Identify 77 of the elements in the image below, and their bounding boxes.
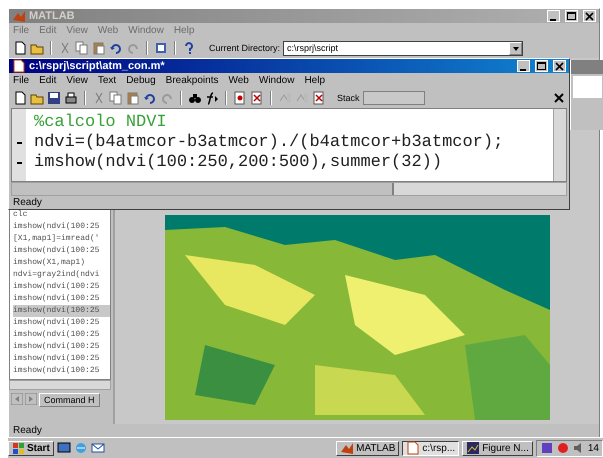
history-item[interactable]: imshow(X1,map1) xyxy=(13,257,110,269)
paste-icon[interactable] xyxy=(92,41,106,55)
status-text: Ready xyxy=(12,424,43,437)
taskbar-button[interactable]: Figure N... xyxy=(462,440,533,456)
close-button[interactable] xyxy=(553,60,566,72)
taskbar-button[interactable]: c:\rsp... xyxy=(402,440,460,456)
paste-icon[interactable] xyxy=(126,91,140,105)
minimize-button[interactable] xyxy=(547,10,560,22)
history-item[interactable]: ndvi=gray2ind(ndvi xyxy=(13,269,110,281)
menu-item[interactable]: File xyxy=(13,75,30,86)
history-item[interactable]: imshow(ndvi(100:25 xyxy=(13,329,110,341)
history-item[interactable]: imshow(ndvi(100:25 xyxy=(13,341,110,353)
menu-item[interactable]: Breakpoints xyxy=(166,75,218,86)
tray-icon[interactable] xyxy=(556,441,570,455)
menu-item[interactable]: Text xyxy=(98,75,116,86)
copy-icon[interactable] xyxy=(75,41,89,55)
taskbar-button[interactable]: MATLAB xyxy=(336,440,400,456)
menu-item[interactable]: Help xyxy=(304,75,326,86)
windows-logo-icon[interactable] xyxy=(12,442,25,454)
dropdown-arrow-icon[interactable] xyxy=(512,44,520,52)
panel-tab[interactable]: Command H xyxy=(39,393,100,407)
copy-icon[interactable] xyxy=(109,91,123,105)
code-line: %calcolo NDVI xyxy=(34,113,168,133)
clear-breakpoint-icon[interactable] xyxy=(250,91,264,105)
breakpoint-icon[interactable] xyxy=(233,91,247,105)
history-item[interactable]: clc xyxy=(13,209,110,221)
clear-breakpoint-icon[interactable] xyxy=(312,91,326,105)
current-directory-label: Current Directory: xyxy=(209,43,280,53)
new-file-icon[interactable] xyxy=(13,91,27,105)
history-item[interactable]: imshow(ndvi(100:25 xyxy=(13,305,110,317)
new-file-icon[interactable] xyxy=(13,41,27,55)
current-directory-field[interactable]: c:\rsprj\script xyxy=(283,40,524,56)
history-item[interactable]: imshow(ndvi(100:25 xyxy=(13,281,110,293)
code-line: imshow(ndvi(100:250,200:500),summer(32)) xyxy=(34,153,444,173)
menu-item[interactable]: Edit xyxy=(39,75,56,86)
breakpoint-dash-icon[interactable] xyxy=(16,142,22,144)
maximize-button[interactable] xyxy=(535,60,548,72)
history-item[interactable]: [X1,map1]=imread(' xyxy=(13,233,110,245)
mail-icon[interactable] xyxy=(90,441,105,455)
horizontal-scrollbar[interactable] xyxy=(9,380,111,390)
undo-icon[interactable] xyxy=(143,91,157,105)
save-icon[interactable] xyxy=(47,91,61,105)
history-item[interactable]: imshow(ndvi(100:25 xyxy=(13,293,110,305)
clock-text: 14 xyxy=(588,442,599,454)
file-icon[interactable] xyxy=(12,59,26,73)
close-icon[interactable] xyxy=(553,92,565,104)
file-icon[interactable] xyxy=(406,441,420,455)
vertical-scrollbar[interactable] xyxy=(553,109,566,181)
stack-label: Stack xyxy=(337,93,360,103)
horizontal-scrollbar[interactable] xyxy=(11,182,567,196)
menu-item[interactable]: Window xyxy=(258,75,294,86)
window-title: c:\rsprj\script\atm_con.m* xyxy=(29,60,165,72)
menu-item[interactable]: Debug xyxy=(126,75,156,86)
status-text: Ready xyxy=(12,196,43,209)
history-item[interactable]: imshow(ndvi(100:25 xyxy=(13,221,110,233)
printer-icon[interactable] xyxy=(64,91,78,105)
start-button[interactable]: Start xyxy=(8,440,54,456)
history-item[interactable]: imshow(ndvi(100:25 xyxy=(13,365,110,377)
desktop-icon[interactable] xyxy=(56,441,71,455)
code-line: ndvi=(b4atmcor-b3atmcor)./(b4atmcor+b3atmcor); xyxy=(34,133,504,153)
binoculars-icon[interactable] xyxy=(188,91,202,105)
help-icon[interactable] xyxy=(182,41,196,55)
menu-item[interactable]: View xyxy=(66,75,88,86)
function-icon[interactable] xyxy=(205,91,219,105)
maximize-button[interactable] xyxy=(565,10,578,22)
history-item[interactable]: imshow(ndvi(100:25 xyxy=(13,245,110,257)
undo-icon[interactable] xyxy=(109,41,123,55)
window-title: MATLAB xyxy=(29,10,75,22)
matlab-logo-icon[interactable] xyxy=(340,441,354,455)
figure-icon[interactable] xyxy=(466,441,480,455)
history-item[interactable]: imshow(ndvi(100:25 xyxy=(13,353,110,365)
tray-icon[interactable] xyxy=(540,441,554,455)
minimize-button[interactable] xyxy=(517,60,530,72)
close-button[interactable] xyxy=(583,10,596,22)
menu-item[interactable]: Web xyxy=(228,75,249,86)
history-item[interactable]: imshow(ndvi(100:25 xyxy=(13,317,110,329)
breakpoint-dash-icon[interactable] xyxy=(16,162,22,164)
